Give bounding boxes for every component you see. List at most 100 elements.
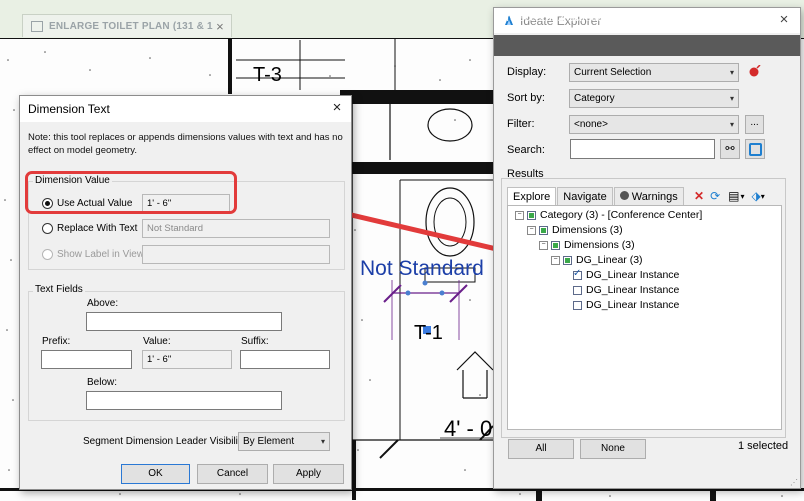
tree-row-label: DG_Linear Instance (586, 299, 680, 311)
checkbox-empty-icon[interactable] (573, 300, 582, 310)
bomb-icon[interactable] (749, 65, 761, 77)
tree-row-dimensions-type[interactable]: − Dimensions (3) (539, 239, 635, 251)
close-icon[interactable]: × (326, 98, 348, 118)
tab-navigate[interactable]: Navigate (557, 187, 613, 207)
resize-grip-icon[interactable]: ⋰ (790, 478, 798, 487)
close-icon[interactable]: × (213, 19, 227, 34)
tab-warnings-label: Warnings (631, 191, 678, 203)
cancel-button[interactable]: Cancel (197, 464, 268, 484)
tree-row-category[interactable]: − Category (3) - [Conference Center] (515, 209, 702, 221)
segment-leader-select[interactable]: By Element ▾ (238, 432, 330, 451)
columns-icon[interactable]: ▤ (728, 189, 739, 203)
prefix-input[interactable] (41, 350, 132, 369)
delete-icon[interactable]: ✕ (694, 189, 704, 203)
dimension-text-dialog: Dimension Text × Note: this tool replace… (19, 95, 352, 490)
gear-icon[interactable]: ⚙ (722, 10, 734, 26)
project-name: Project: 2022 Scituate Center.rvt (499, 12, 658, 24)
filter-select[interactable]: <none> ▾ (569, 115, 739, 134)
radio-disabled-icon[interactable] (42, 249, 53, 260)
tag-icon[interactable]: ⬗ (751, 189, 760, 203)
collapse-icon[interactable]: − (527, 225, 536, 235)
above-label: Above: (87, 298, 119, 309)
display-value: Current Selection (574, 67, 652, 78)
view-tab[interactable]: ENLARGE TOILET PLAN (131 & 1... × (22, 14, 232, 37)
chevron-down-icon[interactable]: ▾ (740, 192, 744, 201)
ideate-explorer-panel: Ideate Explorer × Project: 2022 Scituate… (493, 7, 801, 489)
ok-button[interactable]: OK (121, 464, 190, 484)
replace-text-field[interactable]: Not Standard (142, 219, 330, 238)
pin-icon[interactable]: ⊣ (768, 11, 778, 25)
tree-row-label: Category (3) - [Conference Center] (540, 209, 703, 221)
tree-row-label: DG_Linear Instance (586, 284, 680, 296)
zoom-select-button[interactable] (745, 139, 765, 159)
search-label: Search: (507, 144, 545, 156)
warning-bomb-icon (619, 191, 629, 200)
sort-by-label: Sort by: (507, 92, 545, 104)
select-none-button[interactable]: None (580, 439, 646, 459)
tree-row-instance[interactable]: DG_Linear Instance (573, 284, 679, 296)
tree-row-dimensions[interactable]: − Dimensions (3) (527, 224, 623, 236)
dialog-title: Dimension Text (28, 102, 110, 116)
show-label-in-view-radio[interactable]: Show Label in View (42, 249, 144, 260)
results-tabs: Explore Navigate Warnings (507, 187, 685, 208)
display-select[interactable]: Current Selection ▾ (569, 63, 739, 82)
tree-row-label: Dimensions (3) (564, 239, 635, 251)
display-label: Display: (507, 66, 547, 78)
segment-leader-label: Segment Dimension Leader Visibility: (83, 436, 249, 447)
radio-empty-icon[interactable] (42, 223, 53, 234)
apply-button[interactable]: Apply (273, 464, 344, 484)
results-toolbar: ✕ ⟳ ▤ ▾ ⬗ ▾ (694, 189, 765, 203)
fixture-tag-t3[interactable]: T-3 (253, 64, 282, 87)
help-icon[interactable]: ? (738, 10, 754, 26)
collapse-icon[interactable]: − (551, 255, 560, 265)
chevron-down-icon: ▾ (320, 437, 325, 446)
floor-plan-icon (31, 20, 43, 32)
checkbox-partial-icon[interactable] (551, 240, 560, 250)
checkbox-partial-icon[interactable] (527, 210, 536, 220)
show-label-in-view-label: Show Label in View (57, 249, 145, 260)
suffix-input[interactable] (240, 350, 330, 369)
tree-row-instance[interactable]: DG_Linear Instance (573, 299, 679, 311)
checkbox-partial-icon[interactable] (563, 255, 572, 265)
search-input[interactable] (570, 139, 715, 159)
value-label: Value: (143, 336, 171, 347)
above-input[interactable] (86, 312, 282, 331)
collapse-icon[interactable]: − (539, 240, 548, 250)
tree-row-label: DG_Linear Instance (586, 269, 680, 281)
tree-row-dg-linear[interactable]: − DG_Linear (3) (551, 254, 643, 266)
filter-label: Filter: (507, 118, 535, 130)
sort-by-value: Category (574, 93, 615, 104)
below-label: Below: (87, 377, 118, 388)
chevron-down-icon: ▾ (729, 68, 734, 77)
results-tree[interactable]: − Category (3) - [Conference Center] − D… (507, 205, 782, 430)
callout-highlight-box (25, 171, 237, 214)
checkbox-empty-icon[interactable] (573, 285, 582, 295)
checkbox-partial-icon[interactable] (539, 225, 548, 235)
prefix-label: Prefix: (42, 336, 71, 347)
project-toolbar: ⚙ ? ▾ ⊣ (722, 10, 784, 26)
view-tab-title: ENLARGE TOILET PLAN (131 & 1... (49, 20, 213, 32)
filter-value: <none> (574, 119, 608, 130)
collapse-icon[interactable]: − (515, 210, 524, 220)
chevron-down-icon[interactable]: ▾ (759, 13, 764, 24)
tree-row-label: DG_Linear (3) (576, 254, 643, 266)
dimension-replacement-text[interactable]: Not Standard (360, 257, 484, 281)
below-input[interactable] (86, 391, 282, 410)
sort-by-select[interactable]: Category ▾ (569, 89, 739, 108)
tree-row-label: Dimensions (3) (552, 224, 623, 236)
filter-more-button[interactable]: ... (745, 115, 764, 134)
replace-with-text-radio[interactable]: Replace With Text (42, 223, 137, 234)
dimension-label[interactable]: 4' - 0 (444, 416, 492, 442)
value-field: 1' - 6" (142, 350, 232, 369)
fixture-tag-t1[interactable]: T-1 (414, 322, 443, 345)
select-all-button[interactable]: All (508, 439, 574, 459)
tab-warnings[interactable]: Warnings (613, 187, 684, 207)
binoculars-icon[interactable]: ⚯ (720, 139, 740, 159)
replace-with-text-label: Replace With Text (57, 223, 138, 234)
suffix-label: Suffix: (241, 336, 269, 347)
checkbox-checked-icon[interactable] (573, 268, 582, 280)
chevron-down-icon[interactable]: ▾ (761, 192, 765, 201)
refresh-icon[interactable]: ⟳ (710, 189, 720, 203)
tree-row-instance[interactable]: DG_Linear Instance (573, 268, 680, 281)
show-label-field (142, 245, 330, 264)
